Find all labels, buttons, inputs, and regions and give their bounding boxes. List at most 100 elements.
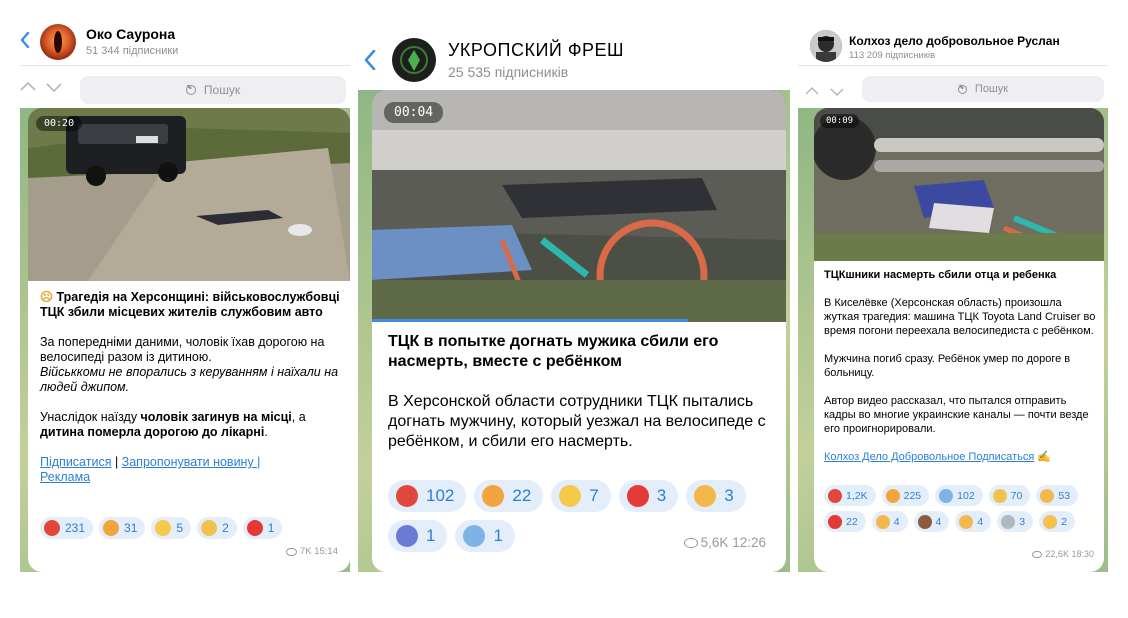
post-headline: ☹ Трагедія на Херсонщині: військовослужб…: [40, 290, 340, 319]
exploding-head-icon: [482, 485, 505, 507]
view-count: 22,6K: [1045, 549, 1069, 559]
post-paragraph-1-italic: Військкоми не впорались з керуванням і н…: [40, 365, 339, 394]
reaction-count: 1: [267, 521, 275, 535]
screaming-face-icon: [939, 488, 954, 503]
post-time: 12:26: [732, 535, 766, 550]
search-bar: Пошук: [20, 66, 350, 108]
reaction-chip-pile-of-poo[interactable]: 4: [913, 511, 950, 532]
reaction-chip-angry-face[interactable]: 1,2K: [824, 485, 876, 506]
channel-avatar[interactable]: [40, 24, 76, 60]
post-links: Колхоз Дело Добровольное Подписаться ✍: [824, 450, 1096, 464]
reaction-chip-victory-hand[interactable]: 4: [955, 511, 992, 532]
victory-hand-icon: [959, 514, 974, 529]
reaction-count: 231: [65, 521, 86, 535]
reaction-count: 102: [426, 486, 455, 505]
reaction-chip-shrugging-person[interactable]: 1: [388, 520, 448, 552]
reaction-chip-thumbs-up[interactable]: 4: [871, 511, 908, 532]
writing-hand-icon: ✍: [1037, 451, 1052, 463]
search-input[interactable]: Пошук: [80, 76, 346, 104]
subscribe-link[interactable]: Колхоз Дело Добровольное Подписаться: [824, 451, 1034, 463]
suggest-news-link[interactable]: Запропонувати новину |: [122, 455, 261, 469]
reactions-row: 231 31 5 2 1: [40, 517, 340, 539]
post-paragraph: В Херсонской области сотрудники ТЦК пыта…: [388, 393, 766, 450]
reaction-count: 2: [222, 521, 229, 535]
chevron-down-icon[interactable]: [830, 84, 844, 102]
post-paragraph-2: Мужчина погиб сразу. Ребёнок умер по дор…: [824, 353, 1071, 379]
subscribe-link[interactable]: Підписатися: [40, 455, 111, 469]
channel-title[interactable]: Колхоз дело добровольное Руслан: [849, 34, 1060, 48]
reaction-count: 3: [724, 486, 734, 505]
search-icon: [957, 84, 967, 94]
reaction-count: 1: [426, 526, 436, 545]
channel-avatar[interactable]: [810, 30, 842, 62]
crying-cat-icon: ☹: [40, 290, 54, 304]
back-arrow-icon[interactable]: [20, 32, 30, 48]
reaction-chip-thumbs-up[interactable]: 3: [686, 480, 746, 512]
reaction-count: 31: [124, 521, 138, 535]
reaction-count: 102: [957, 489, 975, 502]
channel-title[interactable]: УКРОПСКИЙ ФРЕШ: [448, 40, 624, 61]
post-panel-ukropsky-fresh: УКРОПСКИЙ ФРЕШ 25 535 підписників 00:04 …: [358, 0, 790, 572]
views-eye-icon: [1032, 550, 1043, 558]
reaction-chip-exploding-head[interactable]: 225: [881, 485, 930, 506]
reaction-chip-thinking-face[interactable]: 2: [1039, 511, 1075, 532]
reaction-count: 22: [846, 515, 858, 528]
reaction-chip-angry-face[interactable]: 102: [388, 480, 467, 512]
reaction-chip-exploding-head[interactable]: 31: [99, 517, 146, 539]
grinning-face-icon: [559, 485, 582, 507]
reaction-chip-crying-face[interactable]: 2: [197, 517, 237, 539]
video-progress-bar: [372, 319, 688, 322]
screaming-face-icon: [463, 525, 486, 547]
red-heart-icon: [828, 514, 842, 529]
reaction-count: 22: [512, 486, 532, 505]
views-eye-icon: [285, 547, 297, 556]
channel-avatar[interactable]: [392, 38, 436, 82]
channel-header: Колхоз дело добровольное Руслан 113 209 …: [798, 0, 1108, 66]
reaction-chip-grinning-face[interactable]: 5: [151, 517, 192, 539]
reaction-chip-grinning-face[interactable]: 7: [551, 480, 611, 512]
video-thumbnail[interactable]: 00:04: [372, 90, 786, 322]
search-input[interactable]: Пошук: [862, 76, 1104, 102]
reaction-chip-red-heart[interactable]: 1: [242, 517, 283, 539]
message-bubble: 00:20 ☹ Трагедія на Херсонщині: військов…: [28, 108, 350, 572]
view-count: 5,6K: [700, 535, 729, 550]
crying-face-icon: [992, 488, 1007, 503]
channel-title[interactable]: Око Саурона: [86, 26, 175, 42]
grinning-face-icon: [155, 520, 172, 536]
subscriber-count: 51 344 підписники: [86, 45, 179, 57]
post-text: ☹ Трагедія на Херсонщині: військовослужб…: [40, 290, 340, 485]
reaction-chip-angry-face[interactable]: 231: [40, 517, 94, 539]
channel-header: УКРОПСКИЙ ФРЕШ 25 535 підписників: [358, 0, 790, 90]
channel-header: Око Саурона 51 344 підписники: [20, 0, 350, 66]
shrugging-person-icon: [396, 525, 418, 547]
reaction-chip-dove[interactable]: 3: [997, 511, 1034, 532]
post-meta: 22,6K 18:30: [1032, 549, 1094, 559]
reaction-chip-screaming-face[interactable]: 102: [935, 485, 983, 506]
reaction-chip-red-heart[interactable]: 22: [824, 511, 866, 532]
reaction-chip-red-heart[interactable]: 3: [618, 480, 679, 512]
reaction-chip-screaming-face[interactable]: 1: [455, 520, 515, 552]
reaction-chip-exploding-head[interactable]: 22: [474, 480, 544, 512]
reaction-count: 7: [589, 486, 599, 505]
folded-hands-icon: [1040, 488, 1055, 503]
chevron-down-icon[interactable]: [46, 80, 62, 98]
reaction-count: 4: [893, 515, 900, 528]
video-thumbnail[interactable]: 00:09: [814, 108, 1104, 261]
reaction-count: 3: [656, 486, 667, 505]
reaction-count: 4: [935, 515, 942, 528]
reaction-count: 1,2K: [846, 489, 868, 502]
back-arrow-icon[interactable]: [364, 50, 376, 70]
video-thumbnail[interactable]: 00:20: [28, 108, 350, 281]
reactions-row: 1,2K 225 102 70 53 22 4 4 4 3 2: [824, 485, 1100, 532]
chevron-up-icon[interactable]: [805, 82, 819, 100]
post-paragraph-1: В Киселёвке (Херсонская область) произош…: [824, 297, 1096, 337]
reaction-count: 4: [977, 515, 984, 528]
chevron-up-icon[interactable]: [20, 78, 36, 96]
post-paragraph-3: Автор видео рассказал, что пытался отпра…: [824, 395, 1089, 435]
post-headline: ТЦК в попытке догнать мужика сбили его н…: [388, 333, 719, 370]
thinking-face-icon: [1043, 514, 1058, 529]
reaction-count: 53: [1058, 489, 1071, 502]
reaction-chip-folded-hands[interactable]: 53: [1036, 485, 1079, 506]
ads-link[interactable]: Реклама: [40, 470, 90, 484]
reaction-chip-crying-face[interactable]: 70: [988, 485, 1031, 506]
